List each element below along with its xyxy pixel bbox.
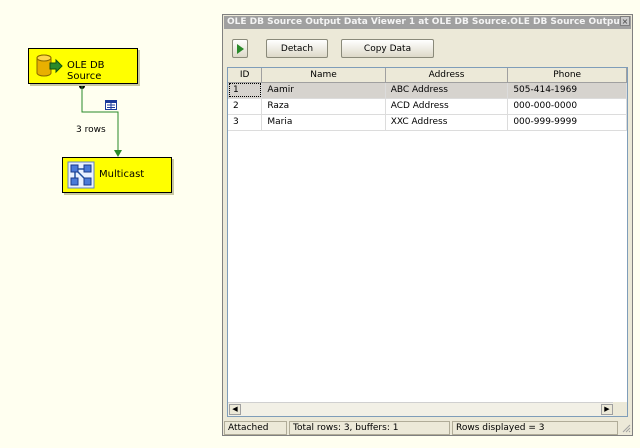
data-viewer-window: OLE DB Source Output Data Viewer 1 at OL… [222, 14, 633, 436]
resize-grip-icon[interactable] [621, 423, 631, 433]
viewer-toolbar: Detach Copy Data [223, 33, 632, 63]
multicast-icon [67, 161, 95, 189]
column-header[interactable]: Name [261, 68, 386, 83]
database-arrow-icon [36, 54, 63, 77]
ole-db-source-node[interactable]: OLE DB Source [28, 48, 138, 84]
play-button[interactable] [232, 39, 248, 58]
cell-phone[interactable]: 000-999-9999 [507, 114, 627, 131]
rows-count-label: 3 rows [76, 125, 106, 135]
cell-phone[interactable]: 505-414-1969 [507, 82, 627, 99]
column-header[interactable]: ID [228, 68, 263, 83]
status-rows-displayed: Rows displayed = 3 [452, 421, 618, 435]
cell-name[interactable]: Raza [261, 98, 386, 115]
table-row[interactable]: 2 Raza ACD Address 000-000-0000 [228, 98, 627, 115]
status-total-rows: Total rows: 3, buffers: 1 [289, 421, 450, 435]
cell-phone[interactable]: 000-000-0000 [507, 98, 627, 115]
detach-button[interactable]: Detach [266, 39, 328, 58]
multicast-node[interactable]: Multicast [62, 157, 172, 193]
cell-address[interactable]: XXC Address [385, 114, 509, 131]
close-button[interactable]: × [620, 16, 630, 26]
cell-name[interactable]: Aamir [261, 82, 386, 99]
status-bar: Attached Total rows: 3, buffers: 1 Rows … [223, 419, 632, 435]
cell-id[interactable]: 2 [228, 98, 263, 115]
multicast-node-label: Multicast [99, 169, 145, 180]
column-header[interactable]: Address [385, 68, 509, 83]
play-icon [237, 44, 244, 54]
scroll-right-button[interactable]: ▶ [601, 404, 613, 415]
status-attached: Attached [224, 421, 287, 435]
cell-id[interactable]: 3 [228, 114, 263, 131]
table-row[interactable]: 3 Maria XXC Address 000-999-9999 [228, 114, 627, 131]
cell-name[interactable]: Maria [261, 114, 386, 131]
grid-header-row: ID Name Address Phone [228, 68, 627, 83]
data-viewer-icon[interactable] [105, 100, 117, 110]
source-node-label: OLE DB Source [67, 60, 105, 82]
table-row[interactable]: 1 Aamir ABC Address 505-414-1969 [228, 82, 627, 99]
data-grid[interactable]: ID Name Address Phone 1 Aamir ABC Addres… [227, 67, 628, 417]
cell-address[interactable]: ACD Address [385, 98, 509, 115]
horizontal-scrollbar[interactable]: ◀ ▶ [228, 402, 614, 416]
scroll-corner [613, 402, 627, 416]
scroll-left-button[interactable]: ◀ [229, 404, 241, 415]
cell-id[interactable]: 1 [228, 82, 263, 99]
column-header[interactable]: Phone [507, 68, 627, 83]
window-title: OLE DB Source Output Data Viewer 1 at OL… [224, 16, 631, 29]
copy-data-button[interactable]: Copy Data [341, 39, 434, 58]
cell-address[interactable]: ABC Address [385, 82, 509, 99]
